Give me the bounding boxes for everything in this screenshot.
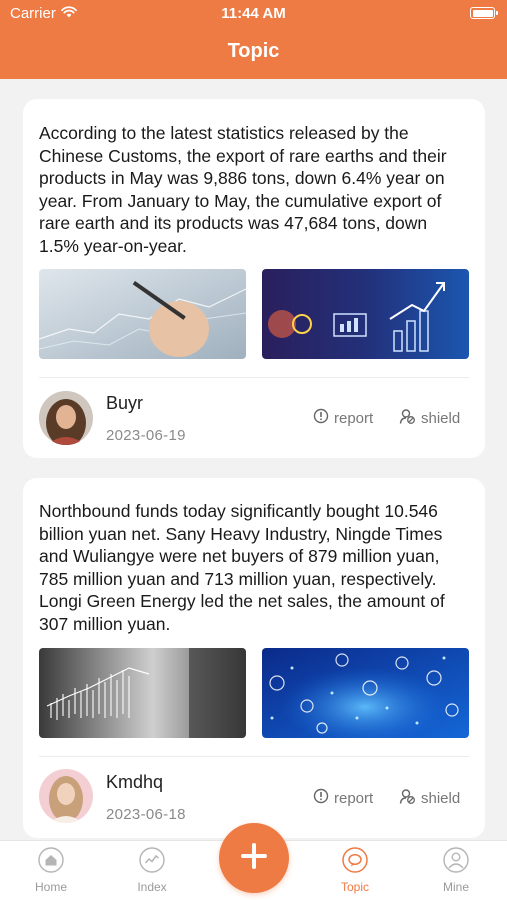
post-text: According to the latest statistics relea…	[39, 123, 447, 256]
post-card[interactable]: Northbound funds today significantly bou…	[23, 478, 485, 838]
shield-button[interactable]: shield	[399, 788, 460, 809]
report-label: report	[334, 409, 374, 427]
tab-index-label: Index	[137, 880, 167, 894]
shield-label: shield	[421, 410, 461, 427]
tab-home[interactable]: Home	[16, 847, 86, 894]
avatar[interactable]	[39, 391, 93, 445]
battery-icon	[470, 7, 498, 19]
report-button[interactable]: report	[313, 788, 373, 808]
add-post-button[interactable]	[219, 823, 289, 893]
page-title: Topic	[227, 40, 280, 62]
author-name[interactable]: Kmdhq	[106, 772, 163, 793]
status-time: 11:44 AM	[221, 5, 286, 22]
report-label: report	[334, 789, 374, 807]
post-date: 2023-06-19	[106, 427, 186, 444]
user-icon	[443, 847, 469, 876]
shield-user-icon	[399, 408, 416, 429]
tab-topic-label: Topic	[340, 880, 369, 894]
home-icon	[38, 847, 64, 876]
tab-mine[interactable]: Mine	[421, 847, 491, 894]
tab-mine-label: Mine	[442, 880, 469, 894]
post-image-business-chart[interactable]	[262, 269, 469, 359]
post-divider	[39, 377, 469, 378]
post-image-stock-chart[interactable]	[39, 648, 246, 738]
post-text: Northbound funds today significantly bou…	[39, 501, 445, 634]
post-date: 2023-06-18	[106, 806, 186, 823]
status-bar: Carrier 11:44 AM	[0, 0, 507, 28]
post-card[interactable]: According to the latest statistics relea…	[23, 99, 485, 458]
avatar[interactable]	[39, 769, 93, 823]
shield-label: shield	[421, 790, 461, 807]
tab-topic[interactable]: Topic	[320, 847, 390, 894]
report-icon	[313, 408, 329, 428]
nav-header: Carrier 11:44 AM Topic	[0, 0, 507, 79]
chat-icon	[342, 847, 368, 876]
post-image-globe-network[interactable]	[262, 648, 469, 738]
shield-button[interactable]: shield	[399, 408, 460, 429]
tab-index[interactable]: Index	[117, 847, 187, 894]
report-icon	[313, 788, 329, 808]
post-image-pen-chart[interactable]	[39, 269, 246, 359]
shield-user-icon	[399, 788, 416, 809]
chart-icon	[139, 847, 165, 876]
tab-home-label: Home	[34, 880, 67, 894]
post-divider	[39, 756, 469, 757]
plus-icon	[239, 841, 269, 876]
report-button[interactable]: report	[313, 408, 373, 428]
author-name[interactable]: Buyr	[106, 393, 143, 414]
